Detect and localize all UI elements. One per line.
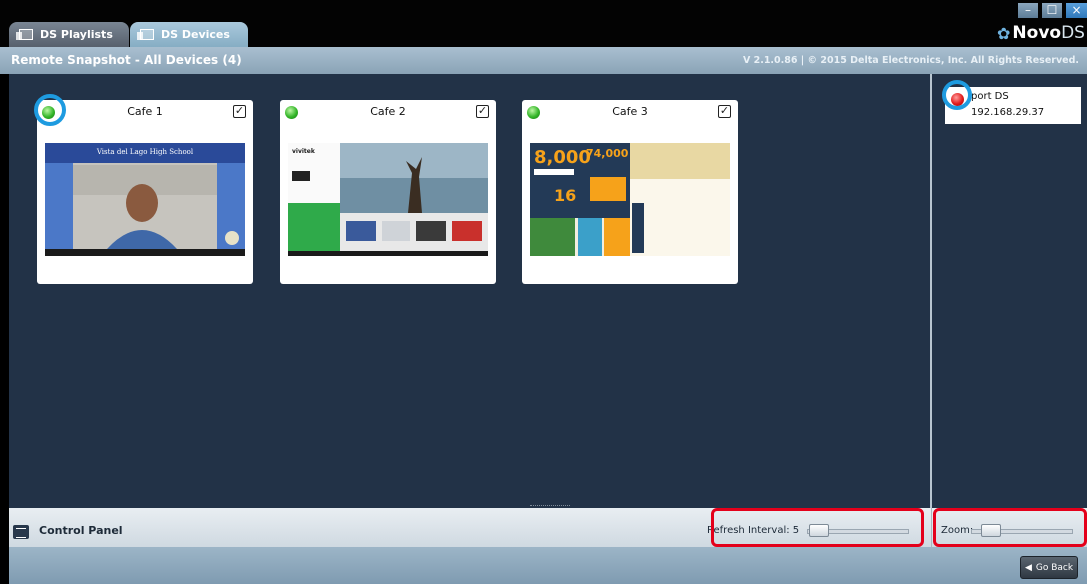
device-snapshot: vivitek [288, 143, 488, 256]
control-panel-icon[interactable] [13, 525, 29, 539]
device-name: Cafe 3 [612, 105, 648, 118]
zoom-highlight [933, 508, 1087, 547]
control-panel: Control Panel Refresh Interval: 5 Zoom: [9, 508, 1087, 547]
page-title: Remote Snapshot - All Devices (4) [11, 53, 242, 67]
logo-brand: Novo [1012, 23, 1062, 43]
device-select-checkbox[interactable]: ✓ [476, 105, 489, 118]
device-select-checkbox[interactable]: ✓ [718, 105, 731, 118]
device-card-cafe-1[interactable]: Cafe 1 ✓ Vista del Lago High School [37, 100, 253, 284]
device-snapshot: 8,000 74,000 16 [530, 143, 730, 256]
tab-ds-playlists[interactable]: DS Playlists [9, 22, 129, 47]
tab-ds-devices[interactable]: DS Devices [130, 22, 248, 47]
annotation-ring [34, 94, 66, 126]
svg-text:16: 16 [554, 186, 576, 205]
back-arrow-icon: ◀ [1024, 562, 1032, 573]
device-select-checkbox[interactable]: ✓ [233, 105, 246, 118]
device-name: Cafe 1 [127, 105, 163, 118]
device-card-cafe-2[interactable]: Cafe 2 ✓ vivitek [280, 100, 496, 284]
snapshot-brand: vivitek [292, 148, 316, 155]
maximize-button[interactable]: ☐ [1042, 3, 1062, 18]
minimize-button[interactable]: – [1018, 3, 1038, 18]
tab-label: DS Devices [161, 28, 230, 41]
logo-suffix: DS [1061, 23, 1085, 43]
playlist-icon [16, 29, 33, 40]
go-back-button[interactable]: ◀ Go Back [1020, 556, 1078, 579]
refresh-highlight [711, 508, 924, 547]
footer-bar: ◀ Go Back [9, 547, 1087, 584]
snapshot-stat-2: 74,000 [586, 147, 629, 160]
title-bar: DS Playlists DS Devices – ☐ × ✿ Novo DS [0, 0, 1087, 47]
panel-divider[interactable] [930, 74, 932, 508]
device-ip: 192.168.29.37 [971, 107, 1045, 118]
novods-logo: ✿ Novo DS [997, 23, 1085, 43]
device-card-cafe-3[interactable]: Cafe 3 ✓ 8,000 74,000 16 [522, 100, 738, 284]
control-divider [931, 508, 932, 547]
annotation-ring [942, 80, 972, 110]
version-copyright: V 2.1.0.86 | © 2015 Delta Electronics, I… [742, 55, 1079, 66]
page-header: Remote Snapshot - All Devices (4) V 2.1.… [0, 47, 1087, 74]
device-name: port DS [971, 91, 1009, 102]
snapshot-heading: Vista del Lago High School [96, 148, 194, 156]
device-snapshot: Vista del Lago High School [45, 143, 245, 256]
close-button[interactable]: × [1066, 3, 1087, 18]
go-back-label: Go Back [1035, 562, 1074, 573]
snapshot-stat: 8,000 [534, 147, 591, 168]
tab-label: DS Playlists [40, 28, 113, 41]
logo-mark-icon: ✿ [997, 23, 1011, 43]
device-name: Cafe 2 [370, 105, 406, 118]
control-panel-title[interactable]: Control Panel [39, 524, 123, 537]
devices-icon [137, 29, 154, 40]
